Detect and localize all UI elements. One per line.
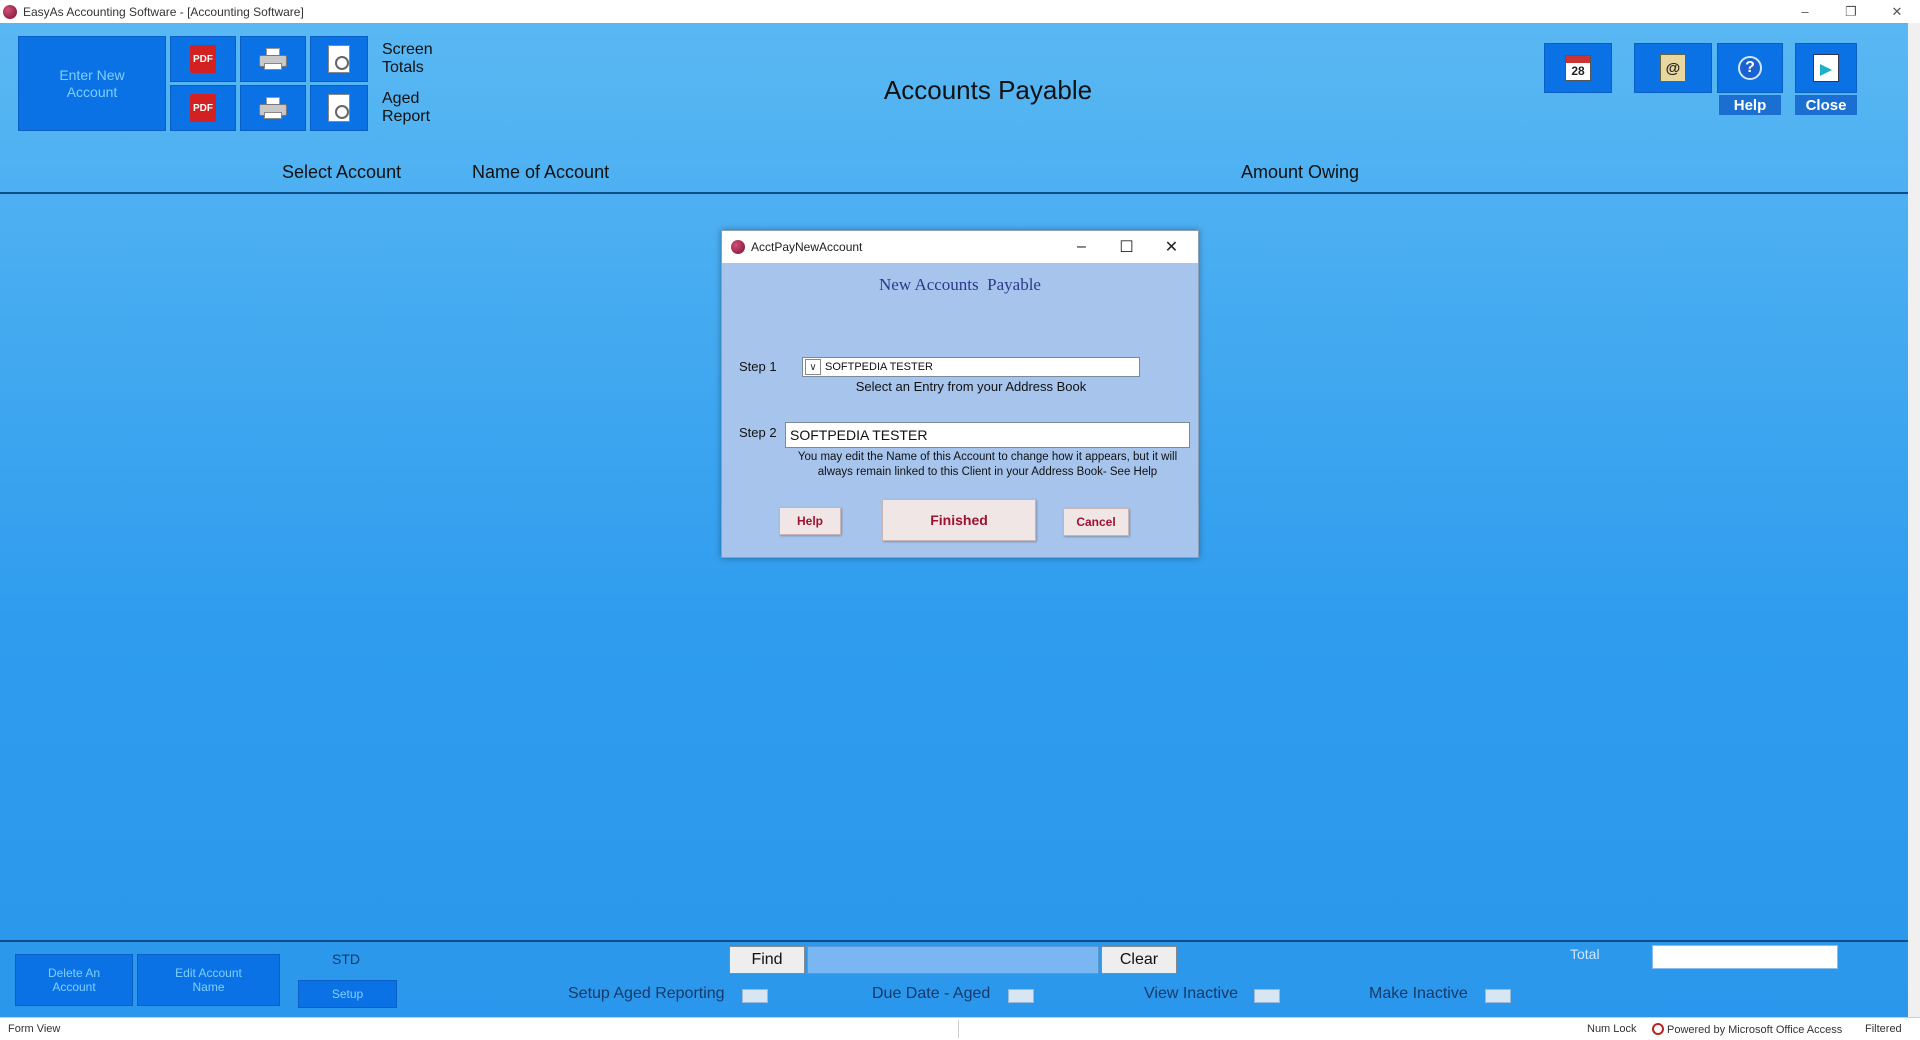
clear-button[interactable]: Clear (1101, 946, 1177, 974)
exit-icon (1813, 54, 1839, 82)
address-book-combo-value: SOFTPEDIA TESTER (825, 361, 933, 373)
step2-label: Step 2 (739, 425, 777, 440)
finished-button[interactable]: Finished (882, 499, 1036, 541)
status-separator (958, 1020, 959, 1038)
total-label: Total (1570, 946, 1600, 962)
step1-label: Step 1 (739, 359, 777, 374)
status-bar: Form View Num Lock Powered by Microsoft … (0, 1017, 1920, 1040)
address-book-button[interactable]: @ (1634, 43, 1712, 93)
footer-divider (0, 940, 1908, 942)
screen-totals-print-button[interactable] (240, 36, 306, 82)
new-account-dialog: AcctPayNewAccount – ☐ ✕ New Accounts Pay… (721, 230, 1199, 558)
help-caption[interactable]: Help (1719, 95, 1781, 115)
help-icon: ? (1738, 56, 1762, 80)
dialog-titlebar: AcctPayNewAccount – ☐ ✕ (722, 231, 1198, 263)
restore-button[interactable]: ❐ (1828, 0, 1874, 23)
dialog-heading: New Accounts Payable (879, 275, 1041, 294)
account-name-field[interactable]: SOFTPEDIA TESTER (785, 422, 1190, 448)
dialog-close-button[interactable]: ✕ (1149, 231, 1194, 263)
edit-account-name-button[interactable]: Edit Account Name (137, 954, 280, 1006)
close-window-button[interactable]: ✕ (1874, 0, 1920, 23)
setup-aged-reporting-label: Setup Aged Reporting (568, 985, 725, 1002)
status-powered-by: Powered by Microsoft Office Access (1652, 1023, 1842, 1036)
pdf-icon: PDF (190, 45, 216, 73)
view-inactive-checkbox[interactable] (1254, 989, 1280, 1003)
screen-totals-label: Screen Totals (382, 41, 433, 76)
calendar-icon: 28 (1565, 55, 1591, 81)
status-filtered: Filtered (1865, 1023, 1902, 1035)
aged-report-print-button[interactable] (240, 85, 306, 131)
dialog-window-controls: – ☐ ✕ (1059, 231, 1194, 263)
calendar-button[interactable]: 28 (1544, 43, 1612, 93)
dialog-minimize-button[interactable]: – (1059, 231, 1104, 263)
help-button[interactable]: ? (1717, 43, 1783, 93)
dialog-maximize-button[interactable]: ☐ (1104, 231, 1149, 263)
dialog-title: AcctPayNewAccount (751, 240, 863, 254)
printer-icon (259, 97, 287, 119)
window-titlebar: EasyAs Accounting Software - [Accounting… (0, 0, 1920, 23)
address-book-combo[interactable]: ∨ SOFTPEDIA TESTER (802, 357, 1140, 377)
minimize-button[interactable]: – (1782, 0, 1828, 23)
pdf-icon: PDF (190, 94, 216, 122)
screen-totals-preview-button[interactable] (310, 36, 368, 82)
step1-help-text: Select an Entry from your Address Book (855, 379, 1087, 394)
make-inactive-checkbox[interactable] (1485, 989, 1511, 1003)
dialog-help-button[interactable]: Help (779, 507, 841, 535)
step2-help-text: You may edit the Name of this Account to… (797, 451, 1178, 478)
window-controls: – ❐ ✕ (1782, 0, 1920, 23)
status-view-mode: Form View (8, 1023, 61, 1035)
enter-new-account-button[interactable]: Enter New Account (18, 36, 166, 131)
page-title: Accounts Payable (883, 75, 1093, 105)
column-header-amount-owing: Amount Owing (1241, 162, 1360, 182)
view-inactive-label: View Inactive (1144, 985, 1238, 1002)
aged-report-label: Aged Report (382, 90, 431, 125)
app-icon (3, 4, 17, 19)
printer-icon (259, 48, 287, 70)
vertical-scrollbar[interactable] (1908, 23, 1920, 1027)
dialog-cancel-button[interactable]: Cancel (1063, 508, 1129, 536)
column-header-select-account: Select Account (282, 162, 402, 182)
find-button[interactable]: Find (729, 946, 805, 974)
screen-totals-pdf-button[interactable]: PDF (170, 36, 236, 82)
status-num-lock: Num Lock (1587, 1023, 1637, 1035)
delete-account-button[interactable]: Delete An Account (15, 954, 133, 1006)
app-icon (731, 240, 745, 254)
aged-report-preview-button[interactable] (310, 85, 368, 131)
header-divider (0, 192, 1908, 194)
total-field (1652, 945, 1838, 969)
print-preview-icon (328, 45, 350, 73)
address-book-icon: @ (1660, 54, 1686, 82)
print-preview-icon (328, 94, 350, 122)
due-date-aged-label: Due Date - Aged (872, 985, 991, 1002)
close-caption[interactable]: Close (1795, 95, 1857, 115)
setup-aged-reporting-checkbox[interactable] (742, 989, 768, 1003)
std-label: STD (332, 951, 360, 967)
chevron-down-icon[interactable]: ∨ (805, 359, 821, 375)
status-powered-by-text: Powered by Microsoft Office Access (1667, 1024, 1843, 1036)
find-input[interactable] (807, 946, 1099, 974)
due-date-aged-checkbox[interactable] (1008, 989, 1034, 1003)
make-inactive-label: Make Inactive (1369, 985, 1468, 1002)
close-form-button[interactable] (1795, 43, 1857, 93)
access-logo-icon (1652, 1023, 1664, 1035)
setup-button[interactable]: Setup (298, 980, 397, 1008)
window-title: EasyAs Accounting Software - [Accounting… (23, 4, 304, 19)
column-header-name-of-account: Name of Account (472, 162, 610, 182)
aged-report-pdf-button[interactable]: PDF (170, 85, 236, 131)
